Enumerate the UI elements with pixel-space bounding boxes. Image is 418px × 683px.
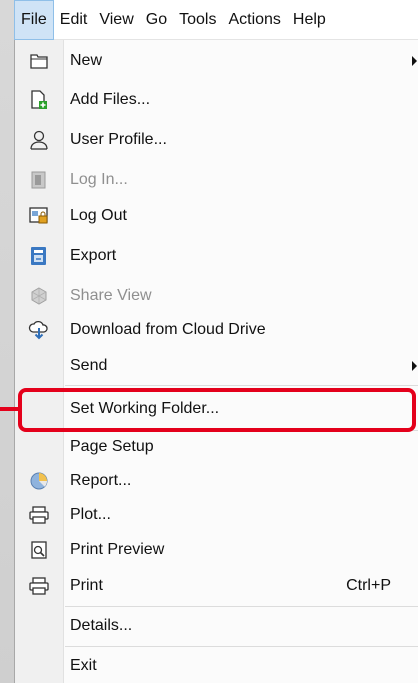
menu-item-label: New — [70, 52, 103, 69]
menu-item-label: Download from Cloud Drive — [70, 321, 266, 338]
menu-item-user-profile[interactable]: User Profile... — [15, 123, 418, 157]
menu-item-label: Log Out — [70, 207, 127, 224]
menu-item-export[interactable]: Export — [15, 239, 418, 273]
menu-item-label: Exit — [70, 657, 97, 674]
menu-edit[interactable]: Edit — [54, 0, 94, 40]
menu-separator — [65, 385, 418, 386]
menu-item-label: Share View — [70, 287, 152, 304]
menu-item-label: Plot... — [70, 506, 111, 523]
log-in-icon — [15, 163, 63, 197]
menu-separator — [65, 646, 418, 647]
menu-item-label: User Profile... — [70, 131, 167, 148]
report-chart-icon — [15, 465, 63, 497]
print-preview-icon — [15, 534, 63, 566]
menu-actions[interactable]: Actions — [222, 0, 286, 40]
submenu-arrow-icon — [412, 56, 417, 66]
menu-file[interactable]: File — [14, 0, 54, 40]
menu-view[interactable]: View — [93, 0, 139, 40]
menu-item-label: Send — [70, 357, 108, 374]
share-view-icon — [15, 279, 63, 313]
menu-item-send[interactable]: Send — [15, 349, 418, 383]
menu-tools[interactable]: Tools — [173, 0, 222, 40]
submenu-arrow-icon — [412, 361, 417, 371]
menu-item-label: Export — [70, 247, 117, 264]
shortcut-label: Ctrl+P — [346, 577, 391, 594]
menu-item-add-files[interactable]: Add Files... — [15, 83, 418, 117]
printer-icon — [15, 570, 63, 602]
plot-printer-icon — [15, 499, 63, 531]
menu-item-download-cloud-drive[interactable]: Download from Cloud Drive — [15, 313, 418, 347]
menu-item-label: Print Preview — [70, 541, 165, 558]
menu-help[interactable]: Help — [287, 0, 332, 40]
highlight-callout-box — [18, 388, 416, 432]
user-icon — [15, 123, 63, 157]
menu-item-label: Report... — [70, 472, 132, 489]
menu-separator — [65, 606, 418, 607]
menu-item-label: Details... — [70, 617, 133, 634]
export-icon — [15, 239, 63, 273]
menu-item-print-preview[interactable]: Print Preview — [15, 534, 418, 566]
menu-item-label: Page Setup — [70, 438, 154, 455]
menu-item-details[interactable]: Details... — [15, 609, 418, 643]
menu-item-exit[interactable]: Exit — [15, 650, 418, 682]
log-out-icon — [15, 199, 63, 233]
menu-go[interactable]: Go — [140, 0, 173, 40]
menu-item-share-view[interactable]: Share View — [15, 279, 418, 313]
menu-item-label: Add Files... — [70, 91, 151, 108]
menu-item-log-out[interactable]: Log Out — [15, 199, 418, 233]
menu-item-report[interactable]: Report... — [15, 465, 418, 497]
file-dropdown-menu: New Add Files... User Profile... Log In.… — [14, 40, 418, 683]
menu-item-plot[interactable]: Plot... — [15, 499, 418, 531]
folder-icon — [15, 44, 63, 78]
add-file-icon — [15, 83, 63, 117]
menu-item-label: Log In... — [70, 171, 128, 188]
desktop-background — [0, 0, 14, 683]
cloud-download-icon — [15, 313, 63, 347]
menu-item-page-setup[interactable]: Page Setup — [15, 431, 418, 463]
menu-bar: File Edit View Go Tools Actions Help — [14, 0, 418, 40]
menu-item-new[interactable]: New — [15, 44, 418, 78]
menu-item-print[interactable]: Print Ctrl+P — [15, 570, 418, 602]
menu-item-log-in[interactable]: Log In... — [15, 163, 418, 197]
menu-item-label: Print — [70, 577, 103, 594]
